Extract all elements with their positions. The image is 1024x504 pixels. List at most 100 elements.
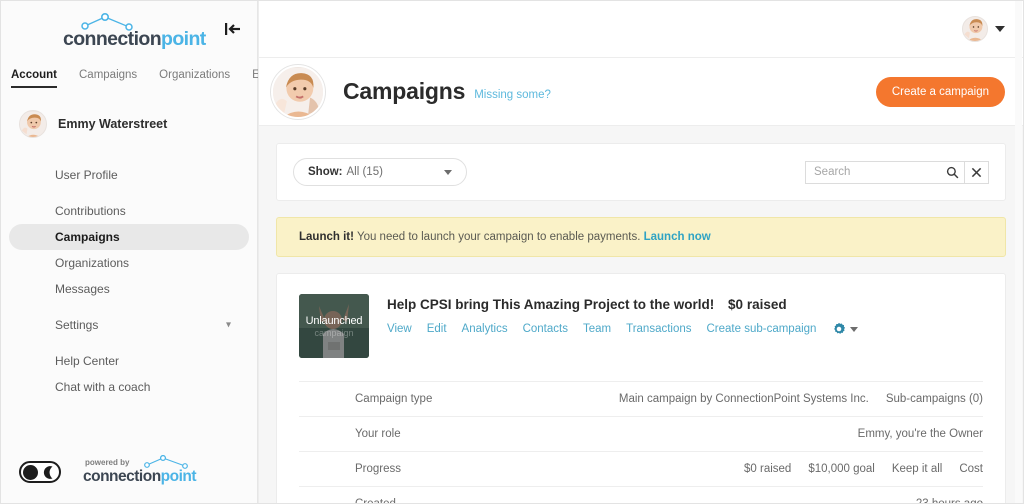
tab-organizations[interactable]: Organizations	[159, 69, 230, 88]
show-filter-label: Show:	[308, 166, 343, 178]
sidebar-logo-row: connectionpoint	[1, 1, 257, 59]
sidebar-item-user-profile[interactable]: User Profile	[9, 162, 249, 188]
avatar-photo	[20, 112, 46, 138]
edit-link[interactable]: Edit	[427, 323, 447, 335]
detail-key: Your role	[355, 428, 401, 440]
sidebar: connectionpoint Account Campaigns Organi…	[1, 1, 258, 503]
team-link[interactable]: Team	[583, 323, 611, 335]
avatar	[962, 16, 988, 42]
detail-values: 23 hours ago	[916, 498, 983, 503]
table-row: Campaign type Main campaign by Connectio…	[299, 381, 983, 416]
logo-text-point: point	[161, 28, 206, 50]
campaign-title: Help CPSI bring This Amazing Project to …	[387, 297, 714, 312]
dark-mode-toggle[interactable]	[19, 461, 61, 483]
campaign-title-row: Help CPSI bring This Amazing Project to …	[387, 297, 983, 312]
detail-value: Cost	[959, 463, 983, 475]
user-menu[interactable]	[962, 16, 1005, 42]
detail-values: $0 raised $10,000 goal Keep it all Cost	[744, 463, 983, 475]
main-area: Campaigns Missing some? Create a campaig…	[258, 1, 1023, 503]
sidebar-user[interactable]: Emmy Waterstreet	[1, 88, 257, 138]
sidebar-item-organizations[interactable]: Organizations	[9, 250, 249, 276]
sidebar-item-chat-with-a-coach[interactable]: Chat with a coach	[9, 374, 249, 400]
launch-now-link[interactable]: Launch now	[644, 231, 711, 243]
contacts-link[interactable]: Contacts	[523, 323, 568, 335]
avatar-photo	[963, 17, 987, 41]
view-link[interactable]: View	[387, 323, 412, 335]
tab-account[interactable]: Account	[11, 69, 57, 88]
banner-strong-text: Launch it!	[299, 231, 354, 243]
sidebar-footer: powered by connectionpoint	[1, 455, 257, 503]
sidebar-item-label: Messages	[55, 282, 110, 296]
page-title: Campaigns	[343, 78, 465, 105]
search-input[interactable]	[805, 161, 941, 184]
footer-logo-text-connection: connection	[83, 468, 161, 485]
sidebar-item-label: Contributions	[55, 204, 126, 218]
filter-bar: Show: All (15)	[276, 143, 1006, 201]
detail-value: Keep it all	[892, 463, 943, 475]
campaign-thumbnail[interactable]: Unlaunched campaign	[299, 294, 369, 358]
search-icon[interactable]	[941, 161, 965, 184]
campaign-settings-menu[interactable]	[832, 322, 858, 336]
sidebar-item-label: User Profile	[55, 168, 118, 182]
page-header: Campaigns Missing some? Create a campaig…	[259, 58, 1023, 126]
topbar	[259, 1, 1023, 58]
collapse-sidebar-icon[interactable]	[221, 17, 245, 41]
launch-banner: Launch it! You need to launch your campa…	[276, 217, 1006, 257]
detail-value: 23 hours ago	[916, 498, 983, 503]
detail-value: $10,000 goal	[808, 463, 875, 475]
detail-value: Sub-campaigns (0)	[886, 393, 983, 405]
campaign-details-table: Campaign type Main campaign by Connectio…	[299, 381, 983, 503]
missing-some-link[interactable]: Missing some?	[474, 89, 551, 101]
powered-by-label: powered by	[85, 458, 129, 467]
sidebar-item-messages[interactable]: Messages	[9, 276, 249, 302]
toggle-knob	[23, 465, 38, 480]
create-a-campaign-button[interactable]: Create a campaign	[876, 77, 1005, 107]
sidebar-user-name: Emmy Waterstreet	[58, 117, 167, 131]
campaign-body: Help CPSI bring This Amazing Project to …	[387, 294, 983, 358]
sidebar-item-contributions[interactable]: Contributions	[9, 198, 249, 224]
sidebar-nav: User Profile Contributions Campaigns Org…	[1, 152, 257, 400]
logo-network-icon	[141, 455, 199, 469]
chevron-down-icon	[850, 327, 858, 332]
detail-value: Main campaign by ConnectionPoint Systems…	[619, 393, 869, 405]
content-area: Show: All (15)	[259, 126, 1023, 503]
sidebar-item-label: Chat with a coach	[55, 380, 150, 394]
sidebar-item-label: Help Center	[55, 354, 119, 368]
transactions-link[interactable]: Transactions	[626, 323, 691, 335]
sidebar-item-settings[interactable]: Settings ▾	[9, 312, 249, 338]
table-row: Your role Emmy, you're the Owner	[299, 416, 983, 451]
chevron-down-icon	[444, 170, 452, 175]
detail-values: Emmy, you're the Owner	[858, 428, 983, 440]
detail-key: Created	[355, 498, 396, 503]
show-filter-dropdown[interactable]: Show: All (15)	[293, 158, 467, 186]
sidebar-top-tabs: Account Campaigns Organizations Enterpri…	[1, 59, 257, 88]
sidebar-item-label: Settings	[55, 318, 98, 332]
chevron-down-icon[interactable]	[995, 26, 1005, 32]
clear-search-icon[interactable]	[965, 161, 989, 184]
tab-campaigns[interactable]: Campaigns	[79, 69, 137, 88]
logo-text-connection: connection	[63, 28, 161, 50]
chevron-down-icon: ▾	[226, 320, 231, 331]
detail-key: Progress	[355, 463, 401, 475]
footer-logo-text-point: point	[161, 468, 196, 485]
analytics-link[interactable]: Analytics	[462, 323, 508, 335]
show-filter-value: All (15)	[347, 166, 383, 178]
scrollbar[interactable]	[1015, 1, 1022, 503]
moon-icon	[41, 465, 56, 480]
app-window: connectionpoint Account Campaigns Organi…	[0, 0, 1024, 504]
table-row: Created 23 hours ago	[299, 486, 983, 503]
search-bar	[805, 161, 989, 184]
campaign-card: Unlaunched campaign Help CPSI bring This…	[276, 273, 1006, 503]
avatar	[19, 110, 47, 138]
gear-icon	[832, 322, 846, 336]
sidebar-item-label: Campaigns	[55, 230, 120, 244]
connectionpoint-logo: connectionpoint	[63, 13, 195, 51]
sidebar-item-campaigns[interactable]: Campaigns	[9, 224, 249, 250]
sidebar-item-help-center[interactable]: Help Center	[9, 348, 249, 374]
unlaunched-overlay: Unlaunched campaign	[299, 294, 369, 358]
banner-text: You need to launch your campaign to enab…	[357, 231, 640, 243]
detail-value: $0 raised	[744, 463, 791, 475]
campaign-action-links: View Edit Analytics Contacts Team Transa…	[387, 322, 983, 336]
create-sub-campaign-link[interactable]: Create sub-campaign	[707, 323, 817, 335]
table-row: Progress $0 raised $10,000 goal Keep it …	[299, 451, 983, 486]
